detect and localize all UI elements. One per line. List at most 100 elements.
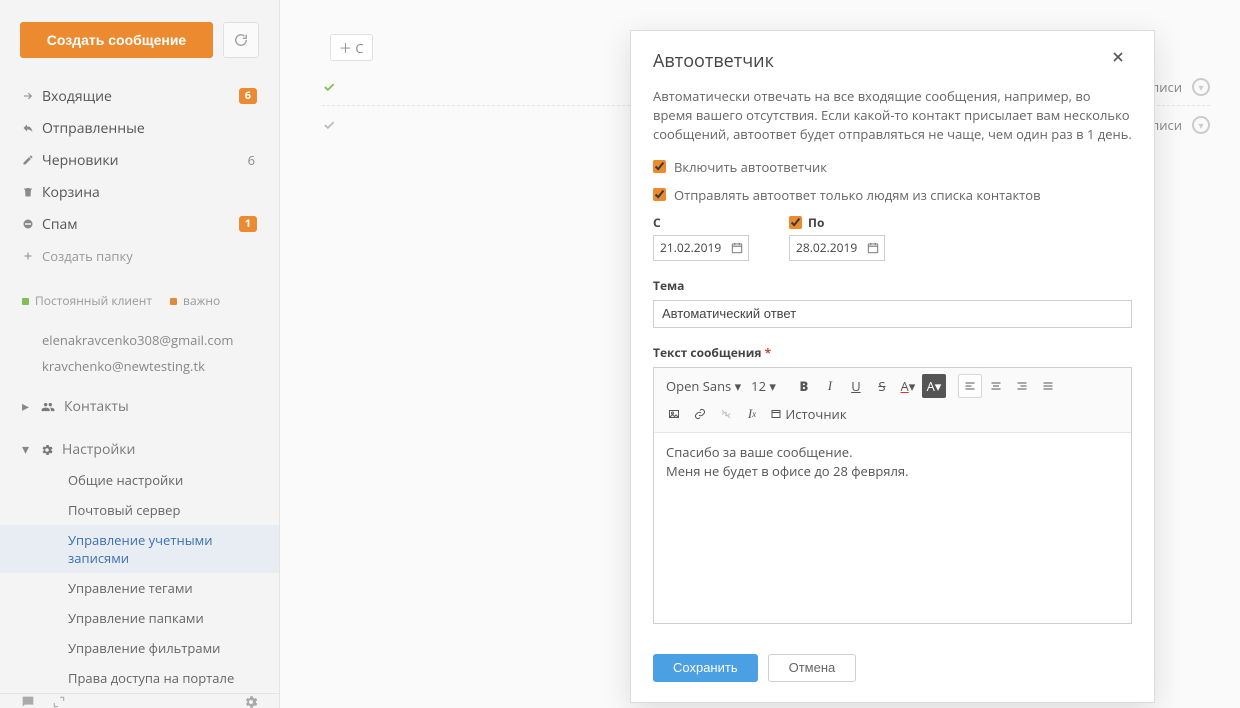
refresh-icon bbox=[234, 33, 248, 47]
image-button[interactable] bbox=[662, 402, 686, 426]
spam-icon bbox=[21, 218, 35, 230]
italic-button[interactable]: I bbox=[818, 374, 842, 398]
account-item[interactable]: elenakravcenko308@gmail.com bbox=[42, 327, 257, 353]
body-line: Меня не будет в офисе до 28 февряля. bbox=[666, 462, 1119, 482]
chevron-down-icon[interactable]: ▾ bbox=[1192, 78, 1210, 96]
tags-row: Постоянный клиент важно bbox=[0, 278, 279, 317]
subject-input[interactable] bbox=[653, 300, 1132, 328]
nav-trash[interactable]: Корзина bbox=[0, 176, 279, 208]
contacts-only-row[interactable]: Отправлять автоответ только людям из спи… bbox=[653, 186, 1132, 204]
settings-tags[interactable]: Управление тегами bbox=[0, 573, 279, 603]
align-center-button[interactable] bbox=[984, 374, 1008, 398]
nav-inbox-badge: 6 bbox=[239, 88, 257, 104]
expand-icon[interactable] bbox=[52, 695, 66, 708]
pencil-icon bbox=[21, 154, 35, 166]
align-justify-button[interactable] bbox=[1036, 374, 1060, 398]
body-label-row: Текст сообщения * bbox=[653, 344, 1132, 361]
date-from-label: С bbox=[653, 214, 661, 231]
date-from-value: 21.02.2019 bbox=[660, 239, 721, 256]
nav-sent-label: Отправленные bbox=[42, 119, 257, 138]
font-size-select[interactable]: 12 ▾ bbox=[747, 374, 780, 398]
close-icon bbox=[1110, 49, 1126, 65]
settings-general[interactable]: Общие настройки bbox=[0, 465, 279, 495]
refresh-button[interactable] bbox=[223, 22, 259, 58]
add-account-button[interactable]: ＋ С bbox=[330, 34, 373, 61]
clear-format-button[interactable]: Ix bbox=[740, 402, 764, 426]
source-button[interactable]: Источник bbox=[766, 402, 851, 426]
date-to-label: По bbox=[808, 214, 824, 231]
settings-accounts[interactable]: Управление учетными записями bbox=[0, 525, 279, 573]
plus-icon bbox=[21, 250, 35, 262]
font-family-value: Open Sans bbox=[666, 377, 731, 395]
nav-drafts-label: Черновики bbox=[42, 151, 248, 170]
autoreply-modal: Автоответчик Автоматически отвечать на в… bbox=[630, 30, 1155, 703]
settings-mailserver[interactable]: Почтовый сервер bbox=[0, 495, 279, 525]
calendar-icon bbox=[730, 241, 744, 255]
subject-label: Тема bbox=[653, 277, 1132, 294]
section-settings[interactable]: ▾ Настройки bbox=[0, 422, 279, 465]
font-family-select[interactable]: Open Sans ▾ bbox=[662, 374, 745, 398]
body-line: Спасибо за ваше сообщение. bbox=[666, 443, 1119, 463]
account-item[interactable]: kravchenko@newtesting.tk bbox=[42, 353, 257, 379]
nav-drafts-count: 6 bbox=[248, 151, 257, 169]
tag-important-label: важно bbox=[183, 292, 220, 309]
tag-important[interactable]: важно bbox=[170, 292, 220, 309]
body-label: Текст сообщения bbox=[653, 344, 762, 361]
nav-create-folder[interactable]: Создать папку bbox=[0, 240, 279, 272]
add-account-label: С bbox=[355, 39, 363, 57]
nav-drafts[interactable]: Черновики 6 bbox=[0, 144, 279, 176]
unlink-button[interactable] bbox=[714, 402, 738, 426]
editor-textarea[interactable]: Спасибо за ваше сообщение. Меня не будет… bbox=[654, 433, 1131, 623]
editor-toolbar: Open Sans ▾ 12 ▾ B I U S A▾ A▾ bbox=[654, 368, 1131, 433]
strike-button[interactable]: S bbox=[870, 374, 894, 398]
tag-permanent-label: Постоянный клиент bbox=[35, 292, 152, 309]
required-marker: * bbox=[765, 344, 772, 361]
compose-button[interactable]: Создать сообщение bbox=[20, 22, 213, 58]
chevron-down-icon[interactable]: ▾ bbox=[1192, 116, 1210, 134]
source-icon bbox=[770, 408, 782, 420]
cancel-button[interactable]: Отмена bbox=[768, 654, 857, 682]
text-color-button[interactable]: A▾ bbox=[896, 374, 920, 398]
accounts-list: elenakravcenko308@gmail.com kravchenko@n… bbox=[0, 317, 279, 379]
nav-spam-label: Спам bbox=[42, 215, 239, 234]
caret-down-icon: ▾ bbox=[22, 440, 32, 459]
nav-inbox[interactable]: Входящие 6 bbox=[0, 80, 279, 112]
check-icon bbox=[322, 118, 340, 132]
main-area: ＋ С Настройка подписи ▾ Настройка подпис… bbox=[280, 0, 1240, 708]
save-button[interactable]: Сохранить bbox=[653, 654, 758, 682]
align-left-button[interactable] bbox=[958, 374, 982, 398]
caret-right-icon: ▸ bbox=[22, 397, 32, 416]
date-to-value: 28.02.2019 bbox=[796, 239, 857, 256]
people-icon bbox=[40, 400, 56, 414]
modal-title: Автоответчик bbox=[653, 49, 1110, 73]
contacts-only-checkbox[interactable] bbox=[653, 188, 666, 201]
date-from-input[interactable]: 21.02.2019 bbox=[653, 235, 749, 261]
link-button[interactable] bbox=[688, 402, 712, 426]
settings-filters[interactable]: Управление фильтрами bbox=[0, 633, 279, 663]
section-contacts[interactable]: ▸ Контакты bbox=[0, 379, 279, 422]
align-right-button[interactable] bbox=[1010, 374, 1034, 398]
enable-autoreply-checkbox[interactable] bbox=[653, 160, 666, 173]
bold-button[interactable]: B bbox=[792, 374, 816, 398]
settings-portal[interactable]: Права доступа на портале bbox=[0, 663, 279, 693]
nav-sent[interactable]: Отправленные bbox=[0, 112, 279, 144]
chat-icon[interactable] bbox=[20, 694, 36, 708]
source-label: Источник bbox=[785, 405, 846, 423]
arrow-right-icon bbox=[21, 90, 35, 102]
underline-button[interactable]: U bbox=[844, 374, 868, 398]
section-settings-label: Настройки bbox=[62, 440, 135, 459]
modal-description: Автоматически отвечать на все входящие с… bbox=[653, 87, 1132, 144]
nav-spam[interactable]: Спам 1 bbox=[0, 208, 279, 240]
enable-autoreply-row[interactable]: Включить автоответчик bbox=[653, 158, 1132, 176]
tag-permanent[interactable]: Постоянный клиент bbox=[22, 292, 152, 309]
sidebar: Создать сообщение Входящие 6 Отправленны… bbox=[0, 0, 280, 708]
bg-color-button[interactable]: A▾ bbox=[922, 374, 946, 398]
settings-folders[interactable]: Управление папками bbox=[0, 603, 279, 633]
date-to-enabled-checkbox[interactable] bbox=[789, 216, 802, 229]
nav-trash-label: Корзина bbox=[42, 183, 257, 202]
date-to-input[interactable]: 28.02.2019 bbox=[789, 235, 885, 261]
gear-bottom-icon[interactable] bbox=[243, 694, 259, 708]
close-button[interactable] bbox=[1110, 49, 1134, 73]
section-contacts-label: Контакты bbox=[64, 397, 129, 416]
font-size-value: 12 bbox=[751, 377, 766, 395]
